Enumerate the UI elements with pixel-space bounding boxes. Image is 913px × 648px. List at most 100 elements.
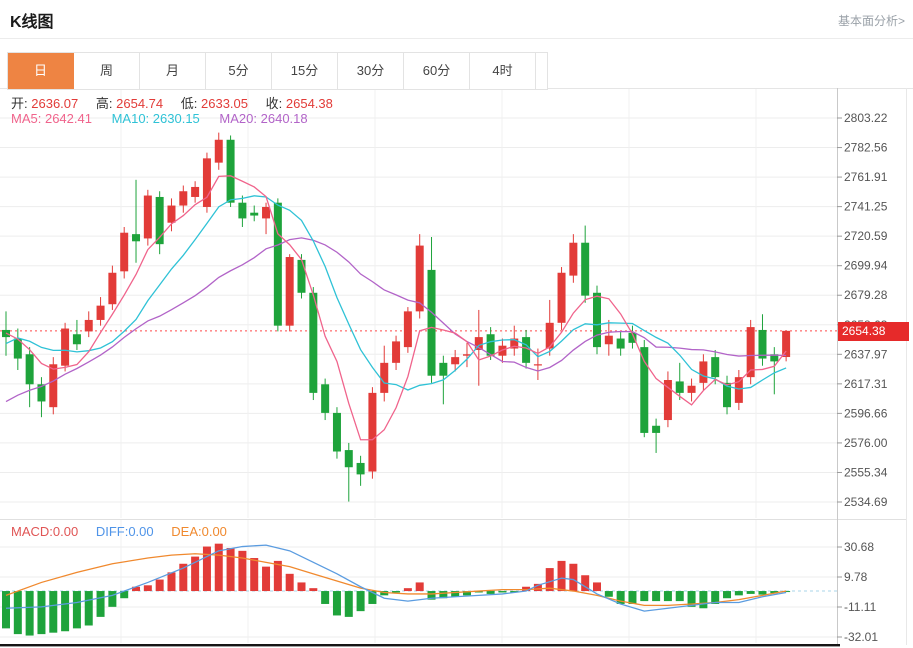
macd-bar-up <box>203 547 211 592</box>
candle-down <box>73 334 81 344</box>
candle-up <box>404 311 412 347</box>
candles <box>2 133 790 502</box>
macd-bar-down <box>392 591 400 592</box>
macd-bar-down <box>628 591 636 604</box>
tab-4时[interactable]: 4时 <box>470 53 536 89</box>
macd-bar-down <box>321 591 329 604</box>
tab-5分[interactable]: 5分 <box>206 53 272 89</box>
price-axis-label: 2741.25 <box>844 200 888 214</box>
candle-up <box>215 140 223 163</box>
macd-bar-up <box>416 582 424 591</box>
close-value: 2654.38 <box>286 96 333 111</box>
ma10-value: 2630.15 <box>153 111 200 126</box>
fundamental-analysis-link[interactable]: 基本面分析> <box>838 12 905 29</box>
candle-up <box>61 329 69 366</box>
price-axis-label: 2534.69 <box>844 495 888 509</box>
tab-15分[interactable]: 15分 <box>272 53 338 89</box>
macd-value: 0.00 <box>53 524 78 539</box>
ma5-value: 2642.41 <box>45 111 92 126</box>
candle-down <box>617 339 625 349</box>
macd-bar-down <box>357 591 365 611</box>
candle-up <box>120 233 128 272</box>
price-axis-label: 2699.94 <box>844 259 888 273</box>
macd-bar-down <box>14 591 22 634</box>
macd-bar-down <box>676 591 684 601</box>
macd-bar-up <box>286 574 294 591</box>
price-axis-label: 2617.31 <box>844 377 888 391</box>
candle-up <box>416 246 424 312</box>
dea-value: 0.00 <box>202 524 227 539</box>
tab-周[interactable]: 周 <box>74 53 140 89</box>
candle-down <box>26 354 34 384</box>
candle-up <box>451 357 459 364</box>
tab-30分[interactable]: 30分 <box>338 53 404 89</box>
macd-bar-down <box>605 591 613 597</box>
candle-down <box>758 330 766 359</box>
candle-down <box>676 381 684 392</box>
candle-down <box>238 203 246 219</box>
ma-row: MA5: 2642.41 MA10: 2630.15 MA20: 2640.18 <box>11 111 324 126</box>
price-axis-label: 2637.97 <box>844 347 888 361</box>
tab-60分[interactable]: 60分 <box>404 53 470 89</box>
macd-header-row: MACD:0.00 DIFF:0.00 DEA:0.00 <box>11 524 241 539</box>
macd-bar-down <box>333 591 341 615</box>
macd-bar-down <box>49 591 57 633</box>
candle-up <box>286 257 294 326</box>
candle-up <box>108 273 116 304</box>
candle-down <box>428 270 436 376</box>
tab-月[interactable]: 月 <box>140 53 206 89</box>
candle-up <box>699 361 707 382</box>
macd-bar-down <box>37 591 45 634</box>
candle-up <box>368 393 376 472</box>
low-label: 低: <box>181 96 198 111</box>
candle-up <box>392 341 400 362</box>
macd-bar-up <box>593 582 601 591</box>
price-axis: 2803.222782.562761.912741.252720.592699.… <box>837 111 888 644</box>
candle-down <box>321 384 329 413</box>
candle-down <box>333 413 341 452</box>
macd-bar-down <box>61 591 69 631</box>
macd-histogram <box>2 544 790 636</box>
macd-bar-down <box>723 591 731 598</box>
candle-up <box>144 196 152 239</box>
price-axis-label: 2596.66 <box>844 406 888 420</box>
macd-bar-down <box>747 591 755 594</box>
candle-up <box>262 207 270 218</box>
price-axis-label: 2803.22 <box>844 111 888 125</box>
candle-down <box>711 357 719 377</box>
open-value: 2636.07 <box>31 96 78 111</box>
macd-bar-down <box>73 591 81 628</box>
candle-up <box>534 364 542 365</box>
macd-bar-down <box>699 591 707 608</box>
macd-axis-label: -32.01 <box>844 630 878 644</box>
macd-axis-label: 9.78 <box>844 570 868 584</box>
candle-down <box>345 450 353 467</box>
tab-日[interactable]: 日 <box>8 53 74 89</box>
candle-up <box>569 243 577 276</box>
macd-bar-down <box>640 591 648 601</box>
macd-axis-label: -11.11 <box>844 600 877 614</box>
candle-down <box>132 234 140 241</box>
macd-bar-down <box>2 591 10 628</box>
macd-bar-up <box>262 567 270 591</box>
macd-bar-up <box>156 580 164 591</box>
candle-up <box>179 191 187 205</box>
macd-label: MACD: <box>11 524 53 539</box>
candle-down <box>309 293 317 393</box>
tab-bar-filler <box>536 53 547 89</box>
candle-up <box>782 331 790 357</box>
diff-line <box>6 545 786 611</box>
candle-down <box>652 426 660 433</box>
ma5-label: MA5: <box>11 111 41 126</box>
macd-bar-up <box>167 572 175 591</box>
price-axis-label: 2679.28 <box>844 288 888 302</box>
candle-down <box>439 363 447 376</box>
price-axis-label: 2555.34 <box>844 465 888 479</box>
high-value: 2654.74 <box>116 96 163 111</box>
low-value: 2633.05 <box>201 96 248 111</box>
candle-down <box>250 213 258 216</box>
ma10-label: MA10: <box>112 111 150 126</box>
macd-bar-down <box>345 591 353 617</box>
candle-down <box>581 243 589 296</box>
candle-down <box>274 203 282 326</box>
